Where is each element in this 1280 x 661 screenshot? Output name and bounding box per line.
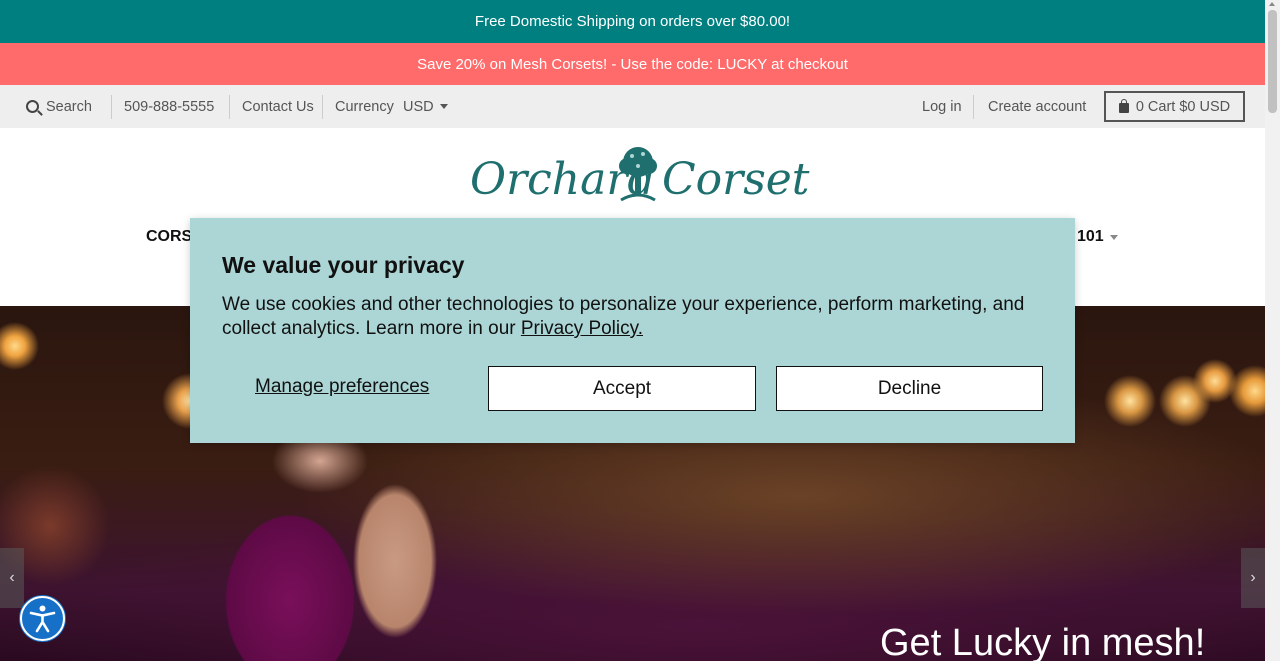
currency-value: USD bbox=[403, 98, 434, 115]
contact-label: Contact Us bbox=[242, 98, 314, 115]
promo-announcement-bar[interactable]: Save 20% on Mesh Corsets! - Use the code… bbox=[0, 43, 1265, 85]
decline-button[interactable]: Decline bbox=[776, 366, 1043, 411]
divider bbox=[973, 95, 974, 119]
phone-number: 509-888-5555 bbox=[124, 98, 215, 115]
cart-button[interactable]: 0 Cart $0 USD bbox=[1104, 91, 1245, 122]
hero-heading: Get Lucky in mesh! bbox=[880, 622, 1206, 661]
nav-item-corset-101-label: 101 bbox=[1077, 228, 1104, 245]
currency-selector[interactable]: USD bbox=[403, 85, 448, 128]
nav-item-corset-101[interactable]: 101 bbox=[1077, 228, 1118, 246]
accessibility-icon bbox=[29, 605, 56, 633]
search-link[interactable]: Search bbox=[26, 85, 92, 128]
create-account-link[interactable]: Create account bbox=[988, 85, 1086, 128]
caret-down-icon bbox=[439, 104, 448, 109]
privacy-dialog-body: We use cookies and other technologies to… bbox=[222, 293, 1042, 341]
site-logo[interactable]: Orchard Corset bbox=[470, 142, 810, 208]
cart-label: 0 Cart $0 USD bbox=[1135, 98, 1231, 115]
promo-announcement-text[interactable]: Save 20% on Mesh Corsets! - Use the code… bbox=[417, 56, 848, 73]
login-label: Log in bbox=[922, 98, 962, 115]
manage-preferences-button[interactable]: Manage preferences bbox=[255, 376, 429, 398]
chevron-left-icon: ‹ bbox=[9, 569, 15, 586]
privacy-policy-link[interactable]: Privacy Policy. bbox=[521, 318, 643, 339]
login-link[interactable]: Log in bbox=[922, 85, 962, 128]
divider bbox=[111, 95, 112, 119]
accept-label: Accept bbox=[592, 377, 652, 399]
hero-model-image bbox=[180, 441, 450, 661]
divider bbox=[229, 95, 230, 119]
nav-item-corsets-label: CORS bbox=[146, 228, 193, 245]
caret-down-icon bbox=[1109, 234, 1118, 240]
create-account-label: Create account bbox=[988, 98, 1087, 115]
accept-button[interactable]: Accept bbox=[488, 366, 756, 411]
currency-label: Currency bbox=[335, 98, 394, 115]
slideshow-next-button[interactable]: › bbox=[1241, 548, 1265, 608]
shipping-announcement-text: Free Domestic Shipping on orders over $8… bbox=[474, 13, 791, 30]
shopping-bag-icon bbox=[1118, 99, 1129, 113]
contact-link[interactable]: Contact Us bbox=[242, 85, 314, 128]
page-scrollbar[interactable] bbox=[1265, 0, 1280, 661]
logo-word-right: Corset bbox=[662, 154, 810, 205]
privacy-consent-dialog: We value your privacy We use cookies and… bbox=[190, 218, 1075, 443]
accessibility-button[interactable] bbox=[20, 596, 65, 641]
nav-item-corsets[interactable]: CORS bbox=[146, 228, 192, 246]
privacy-dialog-title: We value your privacy bbox=[222, 252, 465, 278]
divider bbox=[322, 95, 323, 119]
utility-bar: Search 509-888-5555 Contact Us Currency … bbox=[0, 85, 1265, 128]
shipping-announcement-bar: Free Domestic Shipping on orders over $8… bbox=[0, 0, 1265, 43]
search-label: Search bbox=[46, 98, 92, 115]
tree-icon bbox=[619, 147, 657, 202]
phone-link[interactable]: 509-888-5555 bbox=[124, 85, 214, 128]
slideshow-prev-button[interactable]: ‹ bbox=[0, 548, 24, 608]
decline-label: Decline bbox=[877, 377, 942, 399]
scroll-up-arrow[interactable] bbox=[1269, 2, 1275, 6]
search-icon bbox=[26, 100, 39, 113]
chevron-right-icon: › bbox=[1250, 569, 1256, 586]
scrollbar-thumb[interactable] bbox=[1268, 10, 1277, 113]
